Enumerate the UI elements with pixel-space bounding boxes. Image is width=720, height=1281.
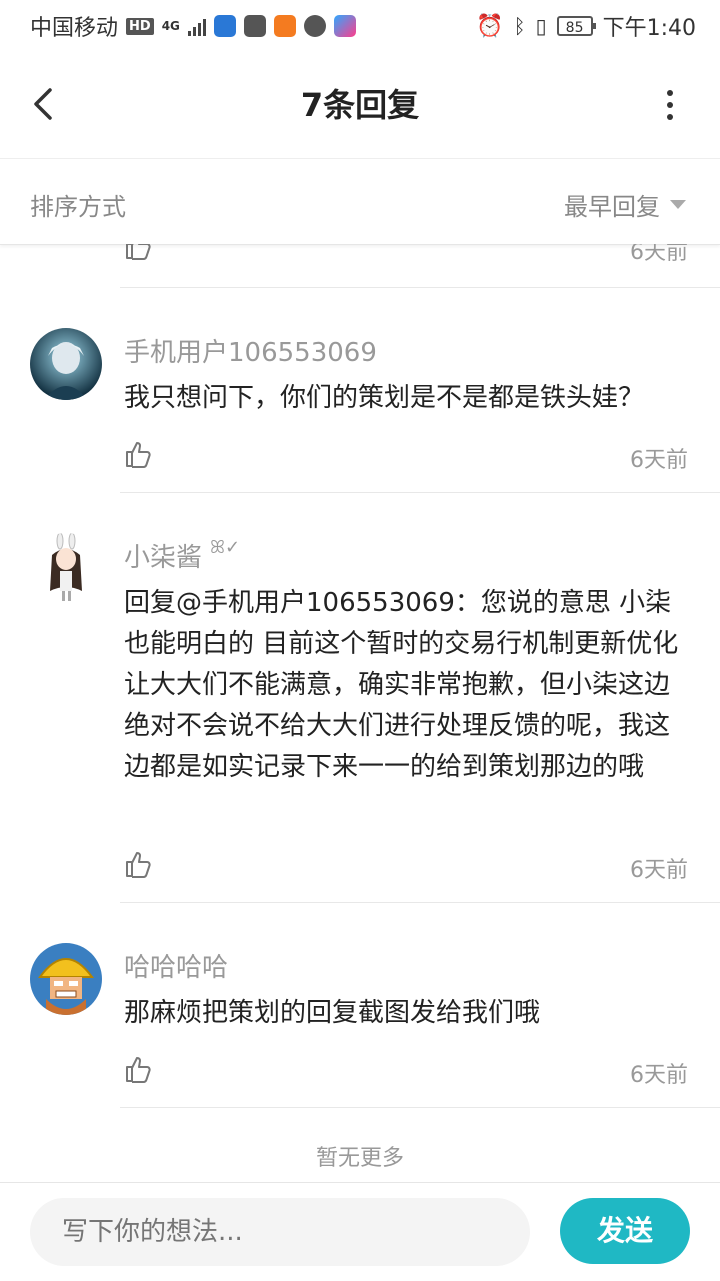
sort-value: 最早回复 bbox=[564, 193, 660, 221]
comment-text: 回复@手机用户106553069：您说的意思 小柒也能明白的 目前这个暂时的交易… bbox=[124, 588, 679, 782]
battery-icon: 85 bbox=[556, 16, 596, 36]
comment-username[interactable]: 小柒酱 bbox=[124, 537, 202, 574]
avatar[interactable] bbox=[30, 328, 102, 400]
avatar[interactable] bbox=[30, 943, 102, 1015]
network-label: 4G bbox=[161, 19, 180, 33]
comment-item: 小柒酱 ꕤ✓ 回复@手机用户106553069：您说的意思 小柒也能明白的 目前… bbox=[0, 493, 720, 902]
sort-label: 排序方式 bbox=[30, 193, 126, 221]
divider bbox=[120, 1107, 720, 1108]
thumbs-up-icon[interactable] bbox=[124, 244, 152, 260]
partial-list-item: 6天前 bbox=[0, 244, 720, 288]
avatar-image bbox=[30, 533, 102, 605]
avatar[interactable] bbox=[30, 533, 102, 605]
chat-bubble-app-icon bbox=[303, 15, 326, 37]
sort-bar: 排序方式 最早回复 bbox=[0, 159, 720, 245]
carrier-label: 中国移动 bbox=[30, 16, 119, 41]
shield-app-icon bbox=[213, 15, 236, 37]
more-vertical-icon bbox=[660, 90, 680, 120]
send-button[interactable]: 发送 bbox=[560, 1198, 690, 1264]
briefcase-app-icon bbox=[243, 15, 266, 37]
alarm-icon: ⏰ bbox=[476, 13, 504, 39]
comment-username[interactable]: 哈哈哈哈 bbox=[124, 947, 228, 984]
comment-input[interactable] bbox=[30, 1198, 530, 1266]
page-title: 7条回复 bbox=[300, 86, 420, 124]
comment-input-bar: 发送 bbox=[0, 1182, 720, 1281]
bluetooth-icon: ᛒ bbox=[513, 14, 526, 38]
hd-icon: HD bbox=[126, 17, 154, 35]
comment-text: 我只想问下，你们的策划是不是都是铁头娃？ bbox=[124, 383, 645, 413]
comment-time: 6天前 bbox=[630, 1063, 688, 1088]
avatar-image bbox=[30, 328, 102, 400]
thumbs-up-icon[interactable] bbox=[124, 440, 152, 468]
more-options-button[interactable] bbox=[660, 90, 680, 120]
no-more-label: 暂无更多 bbox=[315, 1146, 404, 1171]
comment-time: 6天前 bbox=[630, 448, 688, 473]
comment-time: 6天前 bbox=[630, 244, 688, 265]
uc-browser-app-icon bbox=[273, 15, 296, 37]
comment-time: 6天前 bbox=[630, 858, 688, 883]
comment-item: 手机用户106553069 我只想问下，你们的策划是不是都是铁头娃？ 6天前 bbox=[0, 288, 720, 492]
avatar-image bbox=[30, 943, 102, 1015]
caret-down-icon bbox=[670, 200, 686, 209]
username-decoration-icon: ꕤ✓ bbox=[210, 537, 241, 558]
clock-time: 下午1:40 bbox=[602, 16, 696, 41]
comment-text: 那麻烦把策划的回复截图发给我们哦 bbox=[124, 998, 541, 1028]
comment-item: 哈哈哈哈 那麻烦把策划的回复截图发给我们哦 6天前 bbox=[0, 903, 720, 1107]
youku-app-icon bbox=[333, 15, 356, 37]
status-bar: 中国移动 HD 4G ⏰ ᛒ ▯ 85 下午1:40 bbox=[0, 0, 720, 50]
thumbs-up-icon[interactable] bbox=[124, 1055, 152, 1083]
signal-icon bbox=[187, 16, 206, 36]
nav-bar: 7条回复 bbox=[0, 50, 720, 159]
sort-dropdown[interactable]: 最早回复 bbox=[564, 187, 686, 222]
comment-username[interactable]: 手机用户106553069 bbox=[124, 332, 377, 369]
vibrate-icon: ▯ bbox=[535, 14, 547, 38]
thumbs-up-icon[interactable] bbox=[124, 850, 152, 878]
